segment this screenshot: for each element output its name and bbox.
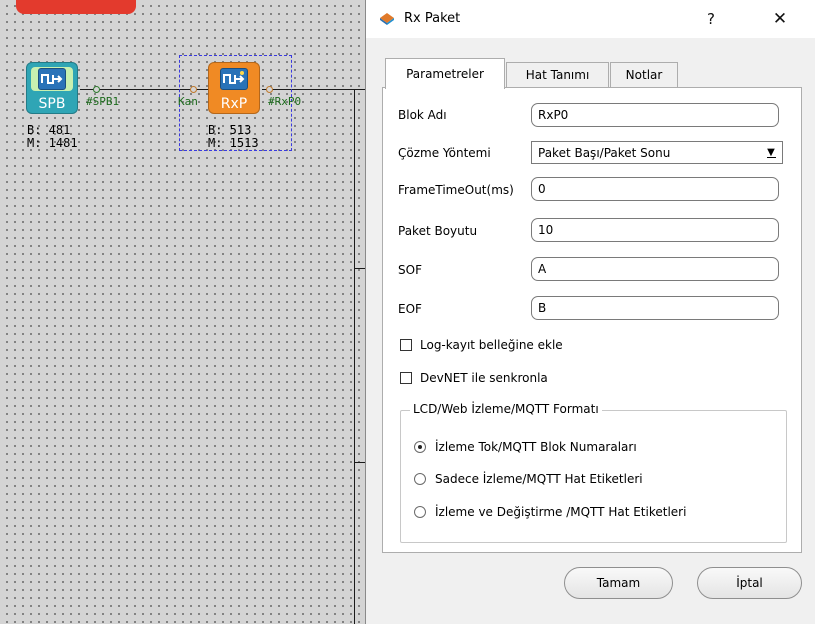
rxp-b-number: B: 513 xyxy=(208,123,252,137)
radio-izleme-degistirme-label: İzleme ve Değiştirme /MQTT Hat Etiketler… xyxy=(435,505,687,519)
eof-label: EOF xyxy=(398,302,422,316)
blok-adi-label: Blok Adı xyxy=(398,108,447,122)
spb-b-number: B: 481 xyxy=(27,123,71,137)
radio-hat-etiketleri[interactable] xyxy=(414,473,426,485)
spb-pin-label: #SPB1 xyxy=(86,95,120,108)
cozme-yontemi-select[interactable]: Paket Başı/Paket Sonu ▼ xyxy=(531,141,783,164)
sof-input[interactable]: A xyxy=(531,257,779,281)
radio-blok-numaralari[interactable] xyxy=(414,441,426,453)
tab-notlar[interactable]: Notlar xyxy=(610,62,678,87)
cancel-button[interactable]: İptal xyxy=(697,567,802,599)
rx-paket-dialog: Rx Paket ? ✕ Parametreler Hat Tanımı Not… xyxy=(365,0,815,624)
radio-izleme-degistirme[interactable] xyxy=(414,506,426,518)
cozme-yontemi-label: Çözme Yöntemi xyxy=(398,146,491,160)
dropdown-arrow-icon[interactable]: ▼ xyxy=(762,144,780,161)
log-checkbox-label: Log-kayıt belleğine ekle xyxy=(420,338,563,352)
tab-parametreler[interactable]: Parametreler xyxy=(385,58,505,89)
blok-adi-input[interactable]: RxP0 xyxy=(531,103,779,127)
tab-hat-tanimi[interactable]: Hat Tanımı xyxy=(506,62,609,87)
app-icon xyxy=(379,12,395,26)
rxp-input-label: Kan xyxy=(178,95,198,108)
log-checkbox[interactable] xyxy=(400,339,412,351)
sof-label: SOF xyxy=(398,263,422,277)
eof-input[interactable]: B xyxy=(531,296,779,320)
rxp-output-pin[interactable] xyxy=(266,86,273,93)
dialog-titlebar[interactable]: Rx Paket ? ✕ xyxy=(366,0,815,38)
paket-boyutu-input[interactable]: 10 xyxy=(531,218,779,242)
rxp-block-label: RxP xyxy=(220,96,248,112)
radio-hat-etiketleri-label: Sadece İzleme/MQTT Hat Etiketleri xyxy=(435,472,643,486)
wire-vertical xyxy=(354,89,355,624)
cozme-yontemi-value: Paket Başı/Paket Sonu xyxy=(538,146,671,160)
rx-pulse-icon xyxy=(220,68,248,90)
devnet-checkbox-label: DevNET ile senkronla xyxy=(420,371,548,385)
close-button[interactable]: ✕ xyxy=(766,6,794,32)
devnet-checkbox[interactable] xyxy=(400,372,412,384)
help-button[interactable]: ? xyxy=(697,6,725,32)
pulse-icon xyxy=(38,68,66,90)
rxp-pin-label: #RxP0 xyxy=(268,95,302,108)
radio-blok-numaralari-label: İzleme Tok/MQTT Blok Numaraları xyxy=(435,440,637,454)
wire-branch-1 xyxy=(354,268,365,269)
spb-m-number: M: 1481 xyxy=(27,136,78,150)
paket-boyutu-label: Paket Boyutu xyxy=(398,224,478,238)
spb-block[interactable]: SPB xyxy=(26,62,78,114)
rxp-block[interactable]: RxP xyxy=(208,62,260,114)
wire-branch-2 xyxy=(354,462,365,463)
red-header-tab xyxy=(16,0,136,14)
spb-output-pin[interactable] xyxy=(93,86,100,93)
rxp-input-pin[interactable] xyxy=(190,86,197,93)
rxp-m-number: M: 1513 xyxy=(208,136,259,150)
format-group-title: LCD/Web İzleme/MQTT Formatı xyxy=(410,402,602,416)
dialog-title: Rx Paket xyxy=(404,11,461,26)
spb-block-label: SPB xyxy=(38,96,66,112)
ok-button[interactable]: Tamam xyxy=(564,567,673,599)
frame-timeout-label: FrameTimeOut(ms) xyxy=(398,183,514,197)
frame-timeout-input[interactable]: 0 xyxy=(531,177,779,201)
